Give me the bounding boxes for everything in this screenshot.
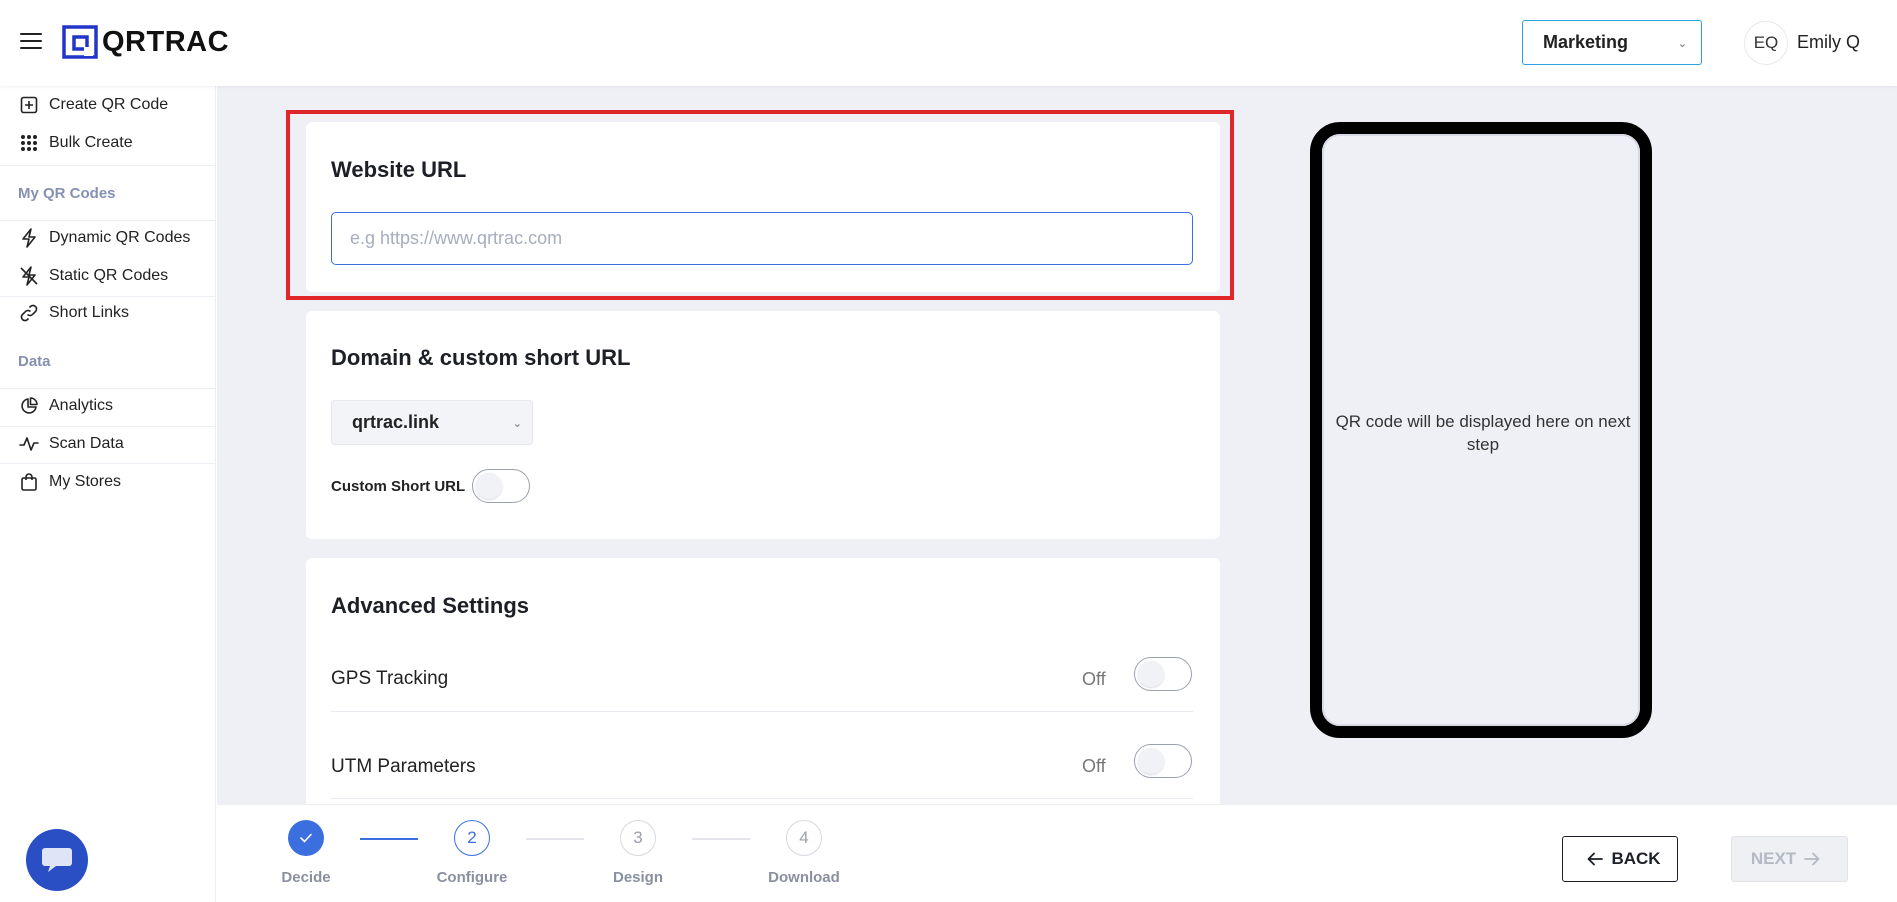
custom-short-url-toggle[interactable]: [472, 469, 530, 503]
lightning-off-icon: [19, 266, 39, 286]
step-3-design-circle[interactable]: 3: [620, 820, 656, 856]
sidebar-item-label: Static QR Codes: [49, 267, 169, 284]
sidebar-item-label: Dynamic QR Codes: [49, 229, 191, 246]
avatar[interactable]: EQ: [1744, 21, 1788, 65]
qr-preview-text: QR code will be displayed here on next s…: [1335, 412, 1631, 454]
sidebar-item-label: Short Links: [49, 304, 130, 321]
sidebar-item-label: Create QR Code: [49, 96, 169, 113]
next-button-label: NEXT: [1750, 849, 1797, 868]
logo[interactable]: QRTRAC: [62, 25, 229, 59]
sidebar-section-my-qr-codes: My QR Codes: [18, 185, 116, 202]
step-connector: [360, 838, 418, 840]
arrow-right-icon: [1804, 852, 1820, 866]
sidebar-item-label: My Stores: [49, 473, 122, 490]
sidebar-item-label: Bulk Create: [49, 134, 133, 151]
domain-select[interactable]: qrtrac.link ⌄: [331, 400, 533, 445]
sidebar-item-label: Scan Data: [49, 435, 124, 452]
organization-select[interactable]: Marketing ⌄: [1522, 20, 1702, 65]
row-divider: [331, 711, 1193, 712]
check-icon: [300, 833, 312, 843]
organization-select-value: Marketing: [1543, 32, 1629, 52]
lightning-icon: [19, 228, 39, 248]
step-2-configure-circle[interactable]: 2: [454, 820, 490, 856]
sidebar-section-data: Data: [18, 353, 51, 370]
step-connector: [526, 838, 584, 840]
utm-parameters-label: UTM Parameters: [331, 756, 476, 777]
custom-short-url-label: Custom Short URL: [331, 478, 466, 495]
grid-dots-icon: [19, 133, 39, 153]
toggle-knob: [476, 473, 502, 499]
domain-select-value: qrtrac.link: [352, 412, 440, 432]
step-2-label: Configure: [436, 869, 508, 886]
plus-square-icon: [19, 95, 39, 115]
chevron-down-icon: ⌄: [512, 418, 522, 430]
chat-bubble-icon: [42, 848, 72, 872]
website-url-title: Website URL: [331, 157, 467, 182]
gps-tracking-label: GPS Tracking: [331, 668, 449, 689]
gps-tracking-state: Off: [1082, 669, 1106, 689]
gps-tracking-toggle[interactable]: [1134, 657, 1192, 691]
row-divider: [331, 798, 1193, 799]
sidebar-item-analytics[interactable]: Analytics: [0, 387, 216, 425]
qr-preview-phone: QR code will be displayed here on next s…: [1310, 122, 1652, 738]
hamburger-menu-icon[interactable]: [20, 33, 42, 49]
step-1-decide-circle[interactable]: [288, 820, 324, 856]
step-3-label: Design: [612, 869, 663, 886]
utm-parameters-state: Off: [1082, 756, 1106, 776]
step-4-download-circle[interactable]: 4: [786, 820, 822, 856]
domain-title: Domain & custom short URL: [331, 345, 631, 370]
sidebar-item-dynamic-qr-codes[interactable]: Dynamic QR Codes: [0, 219, 216, 257]
activity-icon: [19, 434, 39, 454]
sidebar-item-static-qr-codes[interactable]: Static QR Codes: [0, 257, 216, 295]
back-button[interactable]: BACK: [1562, 836, 1678, 882]
advanced-settings-title: Advanced Settings: [331, 593, 530, 618]
sidebar-item-bulk-create[interactable]: Bulk Create: [0, 124, 216, 162]
sidebar-divider: [0, 165, 216, 166]
shopping-bag-icon: [19, 472, 39, 492]
sidebar-item-label: Analytics: [49, 397, 114, 414]
sidebar-item-my-stores[interactable]: My Stores: [0, 463, 216, 501]
logo-text: QRTRAC: [102, 25, 230, 58]
phone-screen: QR code will be displayed here on next s…: [1322, 134, 1640, 726]
top-header: QRTRAC Marketing ⌄ EQ Emily Q: [0, 0, 1897, 86]
utm-parameters-toggle[interactable]: [1134, 744, 1192, 778]
next-button[interactable]: NEXT: [1731, 836, 1848, 882]
step-4-label: Download: [768, 869, 840, 886]
pie-chart-icon: [19, 396, 39, 416]
link-icon: [19, 303, 39, 323]
arrow-left-icon: [1587, 852, 1604, 866]
user-name[interactable]: Emily Q: [1797, 32, 1860, 53]
website-url-input[interactable]: [331, 212, 1193, 265]
website-url-card: Website URL: [306, 122, 1220, 292]
toggle-knob: [1138, 748, 1164, 774]
qrtrac-logo-icon: [62, 25, 98, 59]
chevron-down-icon: ⌄: [1677, 38, 1687, 50]
chat-support-button[interactable]: [26, 829, 88, 891]
step-connector: [692, 838, 750, 840]
sidebar: Create QR Code Bulk Create My QR Codes D…: [0, 86, 216, 902]
sidebar-item-scan-data[interactable]: Scan Data: [0, 425, 216, 463]
step-1-label: Decide: [281, 869, 331, 886]
toggle-knob: [1138, 661, 1164, 687]
sidebar-item-short-links[interactable]: Short Links: [0, 294, 216, 332]
back-button-label: BACK: [1611, 849, 1661, 868]
sidebar-item-create-qr-code[interactable]: Create QR Code: [0, 86, 216, 124]
